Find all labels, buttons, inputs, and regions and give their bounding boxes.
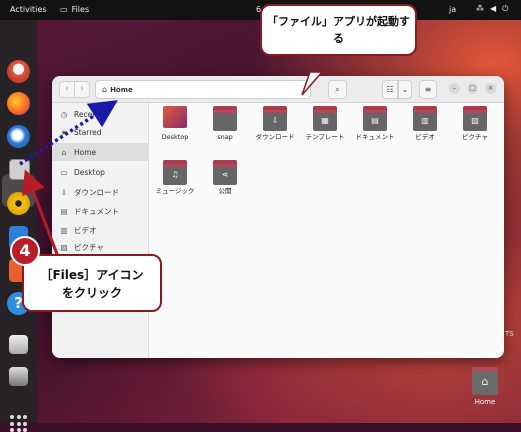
path-label: Home xyxy=(110,85,133,94)
folder-item[interactable]: ⇩ ダウンロード xyxy=(251,106,299,142)
sidebar-item-home[interactable]: ⌂ Home xyxy=(52,143,148,161)
sidebar-item-starred[interactable]: ★ Starred xyxy=(52,123,148,141)
folder-label: Desktop xyxy=(161,133,189,141)
software-updater-icon[interactable] xyxy=(7,60,30,83)
desktop-icon: ▭ xyxy=(60,167,68,177)
video-icon: ▥ xyxy=(60,225,68,235)
sidebar-item-label: Starred xyxy=(74,127,102,137)
download-icon: ⇩ xyxy=(60,187,68,197)
path-bar[interactable]: ⌂ Home xyxy=(95,80,311,99)
desktop-residual-text: TS xyxy=(505,330,514,338)
view-options-button[interactable]: ⌄ xyxy=(398,80,412,99)
sidebar-item-desktop[interactable]: ▭ Desktop xyxy=(52,163,148,181)
app-menu[interactable]: ▭ Files xyxy=(60,5,89,14)
folder-label: テンプレート xyxy=(305,133,345,141)
video-folder-icon: ▥ xyxy=(413,106,437,131)
sidebar-item-downloads[interactable]: ⇩ ダウンロード xyxy=(52,183,148,201)
music-folder-icon: ♫ xyxy=(163,160,187,185)
folder-icon: ▭ xyxy=(60,5,68,14)
callout-text: ［Files］アイコンをクリック xyxy=(40,268,144,300)
desktop-folder-icon xyxy=(163,106,187,128)
folder-item[interactable]: ▦ テンプレート xyxy=(301,106,349,142)
folder-label: ダウンロード xyxy=(255,133,295,141)
folder-item[interactable]: ▥ ビデオ xyxy=(401,106,449,142)
callout-app-launched: 「ファイル」アプリが起動する xyxy=(260,4,417,56)
share-folder-icon: ⋖ xyxy=(213,160,237,185)
folder-icon xyxy=(213,106,237,131)
folder-label: ピクチャ xyxy=(462,133,488,141)
sidebar-item-label: Home xyxy=(74,147,97,157)
download-folder-icon: ⇩ xyxy=(263,106,287,131)
file-grid: Desktop snap ⇩ ダウンロード ▦ テンプレート ▤ ドキュメント … xyxy=(149,103,504,358)
app-name: Files xyxy=(71,5,90,14)
rhythmbox-icon[interactable] xyxy=(7,192,30,215)
files-window: ‹ › ⌂ Home ⌕ ☷ ⌄ ≡ – □ × ◷ Recent ★ Star… xyxy=(52,76,504,358)
removable-drive-icon[interactable] xyxy=(9,367,28,386)
star-icon: ★ xyxy=(60,127,68,137)
folder-label: 公開 xyxy=(218,187,232,195)
sidebar-item-label: Desktop xyxy=(74,167,105,177)
view-toggle-button[interactable]: ☷ xyxy=(382,80,398,99)
template-folder-icon: ▦ xyxy=(313,106,337,131)
close-button[interactable]: × xyxy=(485,83,496,94)
system-tray[interactable]: ⁂ ◀ ⏻ xyxy=(476,4,508,14)
files-icon[interactable] xyxy=(9,159,30,180)
folder-item[interactable]: Desktop xyxy=(151,106,199,142)
folder-label: ビデオ xyxy=(415,133,435,141)
activities-button[interactable]: Activities xyxy=(10,5,47,14)
folder-item[interactable]: ♫ ミュージック xyxy=(151,160,199,196)
firefox-icon[interactable] xyxy=(7,92,30,115)
document-folder-icon: ▤ xyxy=(363,106,387,131)
sidebar: ◷ Recent ★ Starred ⌂ Home ▭ Desktop ⇩ ダウ… xyxy=(52,103,149,358)
document-icon: ▤ xyxy=(60,206,68,216)
callout-click-files: ［Files］アイコンをクリック xyxy=(22,254,162,312)
sidebar-item-recent[interactable]: ◷ Recent xyxy=(52,105,148,123)
callout-text: 「ファイル」アプリが起動する xyxy=(267,15,410,45)
power-icon: ⏻ xyxy=(502,4,509,13)
folder-item[interactable]: ▤ ドキュメント xyxy=(351,106,399,142)
sidebar-item-videos[interactable]: ▥ ビデオ xyxy=(52,221,148,239)
folder-label: snap xyxy=(217,133,233,141)
thunderbird-icon[interactable] xyxy=(7,125,30,148)
desktop-home-item[interactable]: ⌂ Home xyxy=(468,367,502,406)
folder-label: ミュージック xyxy=(155,187,195,195)
dock: ? xyxy=(0,20,37,432)
network-icon: ⁂ xyxy=(476,4,484,13)
desktop-home-label: Home xyxy=(474,398,496,406)
picture-icon: ▨ xyxy=(60,242,68,252)
menu-button[interactable]: ≡ xyxy=(419,80,437,99)
forward-button[interactable]: › xyxy=(74,81,90,98)
folder-item[interactable]: snap xyxy=(201,106,249,142)
clock-icon: ◷ xyxy=(60,109,68,119)
home-icon: ⌂ xyxy=(61,147,67,157)
search-button[interactable]: ⌕ xyxy=(328,80,347,99)
maximize-button[interactable]: □ xyxy=(467,83,478,94)
minimize-button[interactable]: – xyxy=(449,83,460,94)
sidebar-item-label: ピクチャ xyxy=(74,242,104,252)
folder-item[interactable]: ▨ ピクチャ xyxy=(451,106,499,142)
sidebar-item-label: ダウンロード xyxy=(74,187,119,197)
folder-label: ドキュメント xyxy=(355,133,395,141)
step-badge: 4 xyxy=(10,236,40,266)
home-folder-icon: ⌂ xyxy=(472,367,498,395)
show-apps-icon[interactable] xyxy=(10,415,27,432)
picture-folder-icon: ▨ xyxy=(463,106,487,131)
sidebar-item-label: ビデオ xyxy=(74,225,97,235)
back-button[interactable]: ‹ xyxy=(59,81,75,98)
input-method[interactable]: ja xyxy=(449,5,456,14)
folder-item[interactable]: ⋖ 公開 xyxy=(201,160,249,196)
sidebar-item-label: ドキュメント xyxy=(74,206,119,216)
sidebar-item-label: Recent xyxy=(74,109,100,119)
drive-icon[interactable] xyxy=(9,335,28,354)
sidebar-item-documents[interactable]: ▤ ドキュメント xyxy=(52,202,148,220)
header-bar: ‹ › ⌂ Home ⌕ ☷ ⌄ ≡ – □ × xyxy=(52,76,504,103)
volume-icon: ◀ xyxy=(490,4,497,13)
home-icon: ⌂ xyxy=(102,85,108,94)
